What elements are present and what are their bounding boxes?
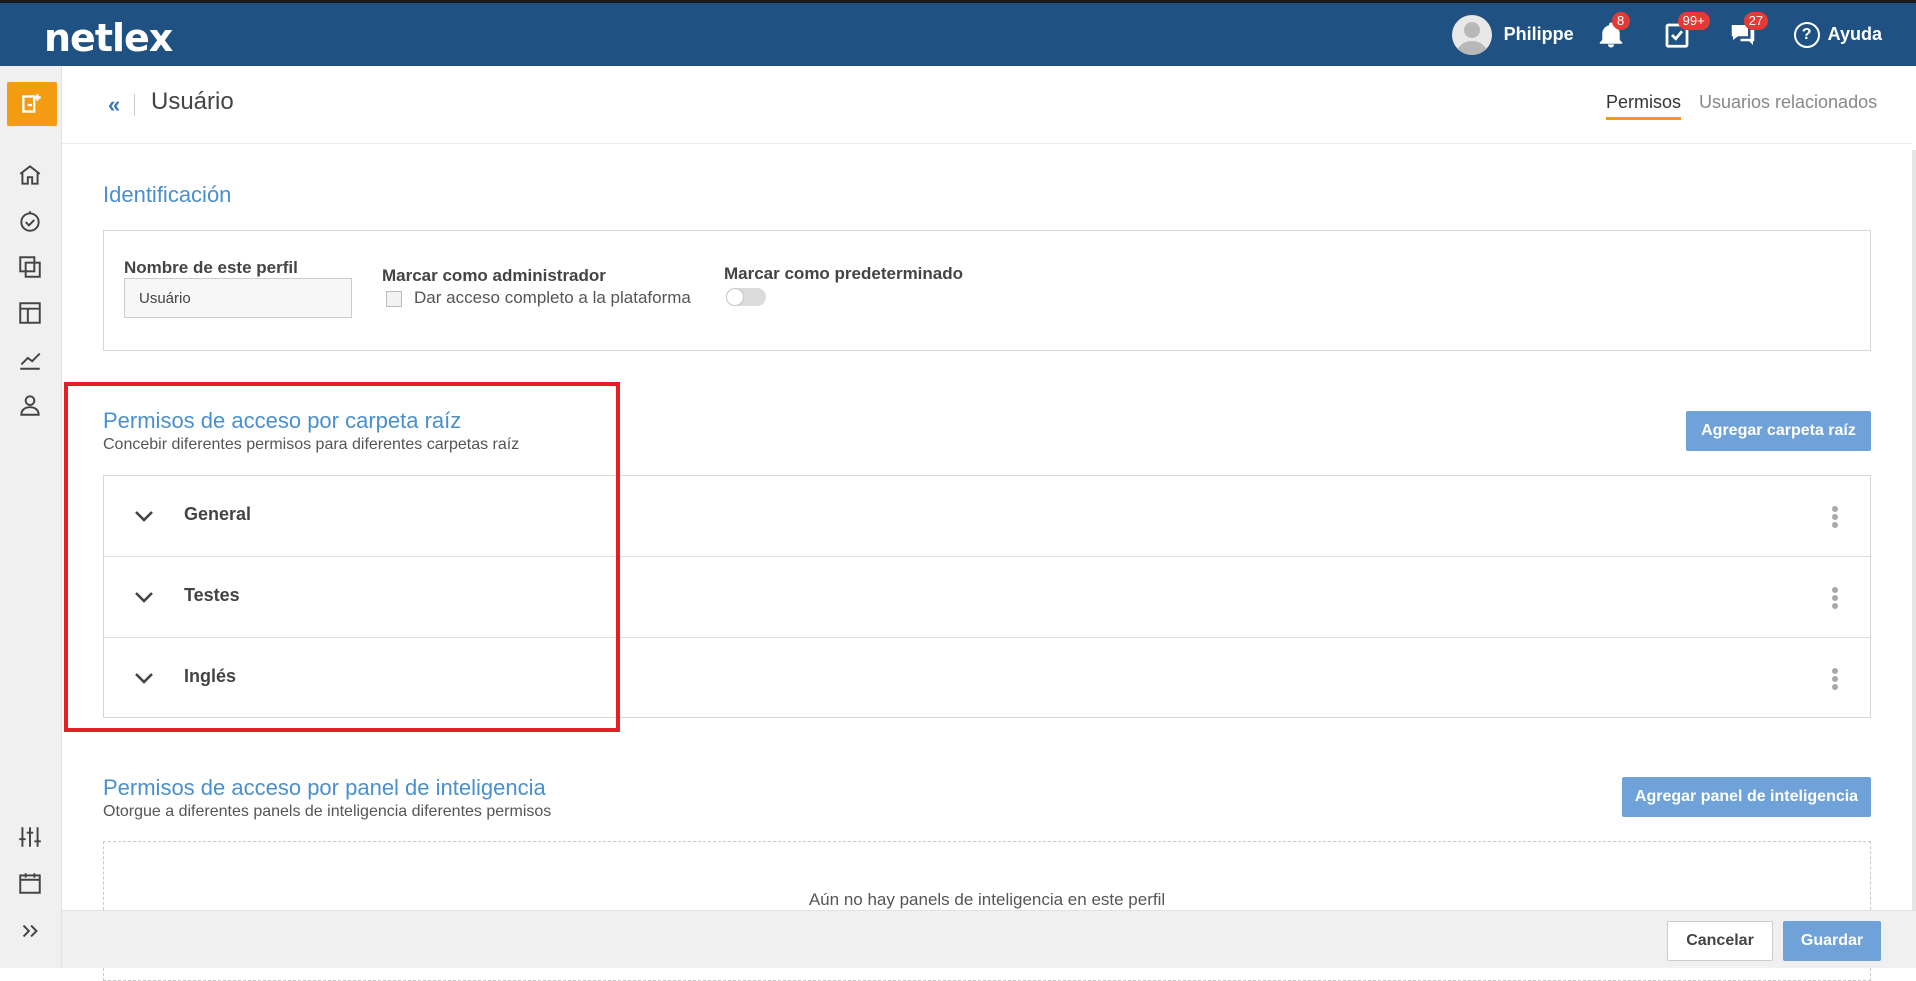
- intelligence-subtitle: Otorgue a diferentes panels de inteligen…: [103, 803, 552, 820]
- highlight-annotation-box: [64, 382, 620, 732]
- save-button[interactable]: Guardar: [1783, 921, 1881, 961]
- add-intelligence-panel-button[interactable]: Agregar panel de inteligencia: [1622, 777, 1871, 817]
- more-options-icon[interactable]: [1832, 587, 1838, 609]
- documents-icon[interactable]: [17, 254, 43, 280]
- notifications-bell-icon[interactable]: 8: [1596, 11, 1630, 50]
- tasks-badge: 99+: [1677, 11, 1710, 30]
- new-item-button[interactable]: [7, 82, 57, 126]
- kanban-board-icon[interactable]: [17, 300, 43, 326]
- tab-permisos[interactable]: Permisos: [1606, 92, 1682, 120]
- user-profile-icon[interactable]: [17, 392, 43, 418]
- analytics-chart-icon[interactable]: [17, 346, 43, 372]
- admin-label: Marcar como administrador: [382, 266, 606, 285]
- page-title: Usuário: [151, 88, 234, 115]
- more-options-icon[interactable]: [1832, 668, 1838, 690]
- tab-usuarios-relacionados[interactable]: Usuarios relacionados: [1699, 92, 1877, 113]
- profile-name-input[interactable]: [124, 278, 352, 318]
- user-avatar[interactable]: [1451, 14, 1492, 55]
- tasks-checklist-icon[interactable]: 99+: [1662, 11, 1710, 50]
- header-divider: [134, 94, 135, 116]
- settings-sliders-icon[interactable]: [17, 824, 43, 850]
- user-name[interactable]: Philippe: [1504, 24, 1574, 45]
- back-chevron-icon[interactable]: «: [108, 92, 120, 118]
- add-root-folder-button[interactable]: Agregar carpeta raíz: [1686, 411, 1871, 451]
- home-icon[interactable]: [17, 162, 43, 188]
- more-options-icon[interactable]: [1832, 506, 1838, 528]
- dashboard-check-icon[interactable]: [17, 208, 43, 234]
- help-button[interactable]: ? Ayuda: [1793, 21, 1882, 48]
- notifications-badge: 8: [1611, 11, 1630, 30]
- default-label: Marcar como predeterminado: [724, 264, 964, 283]
- admin-checkbox[interactable]: [386, 291, 402, 307]
- intelligence-empty-text: Aún no hay panels de inteligencia en est…: [808, 890, 1166, 909]
- add-document-icon: [22, 94, 41, 113]
- help-label: Ayuda: [1827, 24, 1882, 44]
- page-header: « Usuário Permisos Usuarios relacionados: [62, 66, 1912, 144]
- profile-name-label: Nombre de este perfil: [124, 258, 298, 277]
- messages-chat-icon[interactable]: 27: [1728, 11, 1769, 50]
- netlex-logo[interactable]: netlex: [44, 16, 173, 60]
- default-toggle[interactable]: [726, 288, 766, 306]
- messages-badge: 27: [1743, 11, 1769, 30]
- admin-checkbox-label[interactable]: Dar acceso completo a la plataforma: [414, 288, 691, 308]
- calendar-icon[interactable]: [17, 870, 43, 896]
- identification-title: Identificación: [103, 182, 232, 207]
- action-footer: [62, 910, 1916, 968]
- top-bar-right: Philippe 8 99+ 27 ? Ayuda: [1451, 3, 1916, 66]
- cancel-button[interactable]: Cancelar: [1667, 921, 1773, 961]
- help-circle-icon: ?: [1793, 21, 1820, 48]
- expand-sidebar-icon[interactable]: [17, 918, 43, 944]
- scrollbar[interactable]: [1912, 150, 1916, 910]
- left-sidebar: [0, 66, 62, 968]
- top-bar: netlex Philippe 8 99+ 27 ? Ayuda: [0, 0, 1916, 66]
- identification-box: [103, 230, 1871, 351]
- intelligence-title: Permisos de acceso por panel de intelige…: [103, 775, 546, 800]
